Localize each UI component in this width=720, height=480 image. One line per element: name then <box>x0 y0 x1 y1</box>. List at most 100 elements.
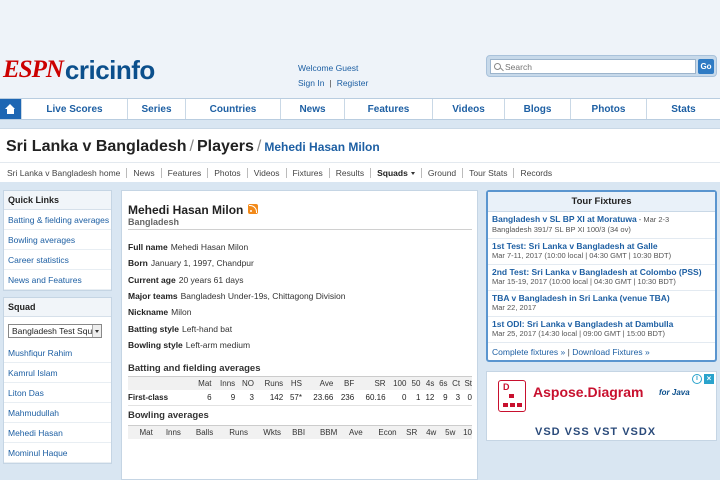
quick-link-news[interactable]: News and Features <box>4 270 111 290</box>
chevron-down-icon <box>92 325 101 337</box>
register-link[interactable]: Register <box>337 78 369 88</box>
fixture-detail: Mar 22, 2017 <box>492 303 537 312</box>
search-go-button[interactable]: Go <box>698 59 714 74</box>
subnav-photos[interactable]: Photos <box>207 167 246 178</box>
aspose-diagram-logo: D <box>498 380 526 412</box>
batting-cell: 3 <box>235 390 254 406</box>
nav-series[interactable]: Series <box>127 99 185 119</box>
batting-header: 50 <box>406 376 421 390</box>
batting-section-title: Batting and fielding averages <box>128 363 261 374</box>
info-icon[interactable]: i <box>692 374 702 384</box>
main-nav: Live Scores Series Countries News Featur… <box>0 98 720 120</box>
nav-news[interactable]: News <box>280 99 344 119</box>
sign-in-link[interactable]: Sign In <box>298 78 324 88</box>
player-profile: Mehedi Hasan Milon Bangladesh Full name M… <box>121 190 478 480</box>
batting-cell: 142 <box>253 390 284 406</box>
squad-member[interactable]: Liton Das <box>4 383 111 403</box>
bowling-header: Ave <box>337 425 363 439</box>
quick-link-batting[interactable]: Batting & fielding averages <box>4 210 111 230</box>
breadcrumb-series[interactable]: Sri Lanka v Bangladesh <box>6 138 187 155</box>
nav-countries[interactable]: Countries <box>185 99 280 119</box>
ad-title: Aspose.Diagram <box>533 384 644 400</box>
fixture-title[interactable]: Bangladesh v SL BP XI at Moratuwa <box>492 214 637 224</box>
info-bowling-style: Bowling style Left-arm medium <box>128 340 251 350</box>
nav-live-scores[interactable]: Live Scores <box>21 99 127 119</box>
subnav-home[interactable]: Sri Lanka v Bangladesh home <box>7 168 126 178</box>
ad-formats: VSD VSS VST VSDX <box>535 426 657 438</box>
squad-member[interactable]: Mehedi Hasan <box>4 423 111 443</box>
batting-header: Inns <box>211 376 236 390</box>
batting-header <box>128 376 191 390</box>
subnav-news[interactable]: News <box>126 167 160 178</box>
nav-photos[interactable]: Photos <box>570 99 646 119</box>
bowling-header: BBI <box>281 425 306 439</box>
squad-box: Squad Bangladesh Test Squad Mushfiqur Ra… <box>3 297 112 464</box>
rss-icon[interactable] <box>248 204 258 214</box>
logo-espn: ESPN <box>3 56 64 83</box>
user-box: Welcome Guest Sign In | Register <box>298 63 369 88</box>
squad-member[interactable]: Kamrul Islam <box>4 363 111 383</box>
logo-cricinfo: cricinfo <box>64 55 155 85</box>
info-major-teams: Major teams Bangladesh Under-19s, Chittag… <box>128 291 346 301</box>
chevron-down-icon <box>410 171 415 175</box>
download-fixtures-link[interactable]: Download Fixtures » <box>572 347 649 357</box>
home-button[interactable] <box>0 99 21 119</box>
subnav-features[interactable]: Features <box>160 167 208 178</box>
quick-link-bowling[interactable]: Bowling averages <box>4 230 111 250</box>
subnav-fixtures[interactable]: Fixtures <box>285 167 329 178</box>
fixture-item: 1st Test: Sri Lanka v Bangladesh at Gall… <box>488 239 715 265</box>
fixture-title[interactable]: 2nd Test: Sri Lanka v Bangladesh at Colo… <box>492 267 702 277</box>
batting-header: NO <box>235 376 254 390</box>
subnav-records[interactable]: Records <box>513 167 558 178</box>
batting-header: Mat <box>190 376 212 390</box>
subnav-tour-stats[interactable]: Tour Stats <box>462 167 513 178</box>
fixture-item: 1st ODI: Sri Lanka v Bangladesh at Dambu… <box>488 317 715 343</box>
fixture-title[interactable]: 1st ODI: Sri Lanka v Bangladesh at Dambu… <box>492 319 673 329</box>
page-title: Sri Lanka v Bangladesh / Players / Mehedi Ha… <box>6 138 380 155</box>
fixture-title[interactable]: TBA v Bangladesh in Sri Lanka (venue TBA… <box>492 293 670 303</box>
series-subnav: Sri Lanka v Bangladesh home News Feature… <box>0 162 720 182</box>
bowling-header: BBM <box>305 425 338 439</box>
batting-header: 6s <box>434 376 448 390</box>
batting-header: HS <box>283 376 302 390</box>
complete-fixtures-link[interactable]: Complete fixtures » <box>492 347 565 357</box>
nav-blogs[interactable]: Blogs <box>504 99 570 119</box>
info-nickname: Nickname Milon <box>128 307 192 317</box>
batting-header: Runs <box>253 376 284 390</box>
batting-cell: 9 <box>434 390 448 406</box>
squad-select[interactable]: Bangladesh Test Squad <box>8 324 102 338</box>
quick-link-career[interactable]: Career statistics <box>4 250 111 270</box>
nav-features[interactable]: Features <box>344 99 432 119</box>
squad-member[interactable]: Mominul Haque <box>4 443 111 463</box>
close-icon[interactable]: × <box>704 374 714 384</box>
bowling-header: Runs <box>213 425 248 439</box>
search-bar: Go <box>486 55 717 77</box>
fixture-title[interactable]: 1st Test: Sri Lanka v Bangladesh at Gall… <box>492 241 658 251</box>
bowling-header: Mat <box>128 425 153 439</box>
batting-header: St <box>460 376 472 390</box>
batting-cell: 60.16 <box>354 390 386 406</box>
fixture-detail: Mar 7-11, 2017 (10:00 local | 04:30 GMT … <box>492 251 672 260</box>
fixture-date: - Mar 2-3 <box>636 215 670 224</box>
advertisement[interactable]: D Aspose.Diagram for Java VSD VSS VST VS… <box>486 371 717 441</box>
subnav-squads[interactable]: Squads <box>370 167 421 178</box>
header: ESPN cricinfo Welcome Guest Sign In | Regi… <box>0 0 720 98</box>
quick-links-title: Quick Links <box>4 191 111 210</box>
squad-select-value: Bangladesh Test Squad <box>12 326 102 336</box>
subnav-videos[interactable]: Videos <box>246 167 286 178</box>
search-input[interactable] <box>490 59 696 74</box>
nav-stats[interactable]: Stats <box>646 99 720 119</box>
squad-member[interactable]: Mahmudullah <box>4 403 111 423</box>
squad-member[interactable]: Mushfiqur Rahim <box>4 343 111 363</box>
espn-cricinfo-logo[interactable]: ESPN cricinfo <box>3 55 155 85</box>
right-sidebar: Tour Fixtures Bangladesh v SL BP XI at M… <box>486 190 717 480</box>
fixture-item: Bangladesh v SL BP XI at Moratuwa - Mar … <box>488 212 715 239</box>
batting-header: SR <box>354 376 386 390</box>
subnav-results[interactable]: Results <box>328 167 370 178</box>
breadcrumb-section[interactable]: Players <box>197 138 254 155</box>
fixture-item: 2nd Test: Sri Lanka v Bangladesh at Colo… <box>488 265 715 291</box>
info-age: Current age 20 years 61 days <box>128 275 244 285</box>
nav-videos[interactable]: Videos <box>432 99 504 119</box>
batting-table: Mat Inns NO Runs HS Ave BF SR 100 50 4s 6s Ct St Firs… <box>128 376 472 406</box>
subnav-ground[interactable]: Ground <box>420 167 462 178</box>
